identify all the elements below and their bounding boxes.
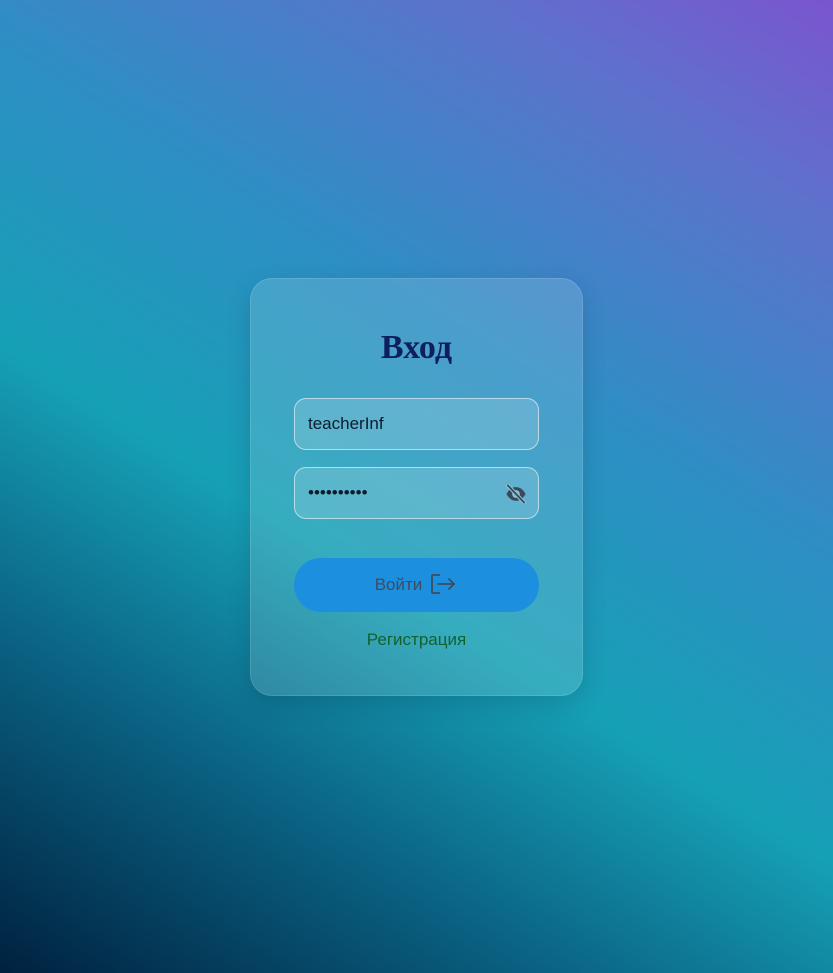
login-title: Вход (380, 329, 453, 366)
eye-slash-icon[interactable] (504, 483, 528, 505)
sign-in-icon (430, 573, 458, 598)
password-field[interactable] (294, 467, 539, 519)
login-card: Вход Войти Регистрация (250, 278, 583, 696)
login-button-label: Войти (374, 575, 423, 594)
username-input[interactable] (295, 399, 538, 449)
register-link[interactable]: Регистрация (251, 630, 582, 650)
login-button[interactable]: Войти (294, 558, 539, 612)
username-field[interactable] (294, 398, 539, 450)
password-input[interactable] (295, 468, 538, 518)
